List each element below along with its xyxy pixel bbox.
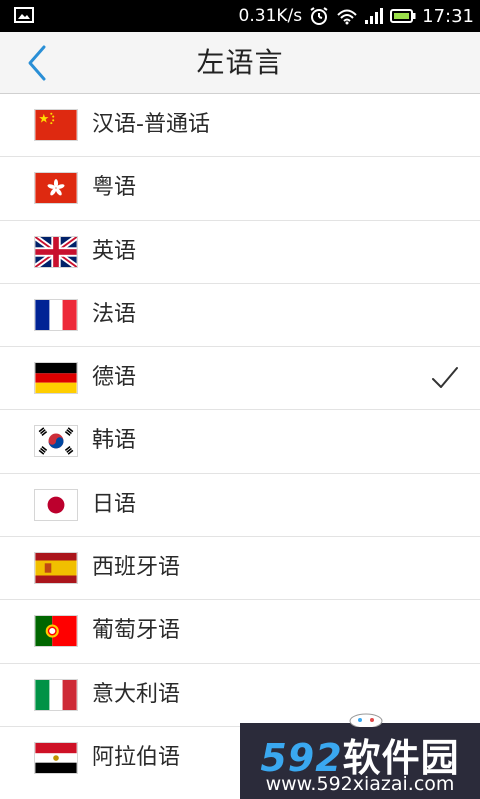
language-label: 意大利语 <box>92 681 181 707</box>
page-title: 左语言 <box>196 46 284 79</box>
checkmark-icon <box>432 367 458 389</box>
china-flag-icon <box>34 109 78 141</box>
image-notification-icon <box>14 7 34 23</box>
language-item-portuguese[interactable]: 葡萄牙语 <box>0 600 480 664</box>
language-label: 法语 <box>92 301 137 327</box>
language-label: 英语 <box>92 238 137 264</box>
wifi-icon <box>337 9 357 25</box>
korea-flag-icon <box>34 425 78 458</box>
clock: 17:31 <box>422 5 474 27</box>
watermark-banner: 592软件园 www.592xiazai.com <box>240 713 480 799</box>
signal-icon <box>365 8 384 24</box>
language-item-spanish[interactable]: 西班牙语 <box>0 537 480 601</box>
battery-icon <box>390 9 416 23</box>
watermark-url: www.592xiazai.com <box>265 773 455 795</box>
germany-flag-icon <box>34 362 78 395</box>
language-item-german[interactable]: 德语 <box>0 347 480 411</box>
title-bar: 左语言 <box>0 32 480 94</box>
language-item-mandarin[interactable]: 汉语-普通话 <box>0 94 480 158</box>
language-item-french[interactable]: 法语 <box>0 283 480 348</box>
language-item-cantonese[interactable]: 粤语 <box>0 157 480 221</box>
hong-kong-flag-icon <box>34 172 78 205</box>
mascot-logo-icon <box>349 713 383 727</box>
language-label: 葡萄牙语 <box>92 618 181 644</box>
language-label: 汉语-普通话 <box>92 112 210 137</box>
language-label: 阿拉伯语 <box>92 744 181 770</box>
uk-flag-icon <box>34 235 78 268</box>
language-item-english[interactable]: 英语 <box>0 220 480 284</box>
italy-flag-icon <box>34 678 78 711</box>
language-label: 德语 <box>92 365 137 391</box>
language-item-korean[interactable]: 韩语 <box>0 410 480 474</box>
portugal-flag-icon <box>34 615 78 648</box>
language-label: 日语 <box>92 491 137 517</box>
japan-flag-icon <box>34 488 78 521</box>
language-item-italian[interactable]: 意大利语 <box>0 663 480 727</box>
language-item-japanese[interactable]: 日语 <box>0 473 480 538</box>
language-label: 韩语 <box>92 428 137 454</box>
france-flag-icon <box>34 298 78 331</box>
status-bar: 0.31K/s 17:31 <box>0 0 480 32</box>
language-list: 汉语-普通话 粤语 英语 法语 德语 韩语 日语 西班牙语 葡萄牙语 意大利语 … <box>0 94 480 791</box>
language-label: 粤语 <box>92 175 137 201</box>
net-speed: 0.31K/s <box>238 6 303 26</box>
egypt-flag-icon <box>34 741 78 774</box>
alarm-clock-icon <box>310 7 328 25</box>
spain-flag-icon <box>34 552 78 585</box>
language-label: 西班牙语 <box>92 555 181 581</box>
